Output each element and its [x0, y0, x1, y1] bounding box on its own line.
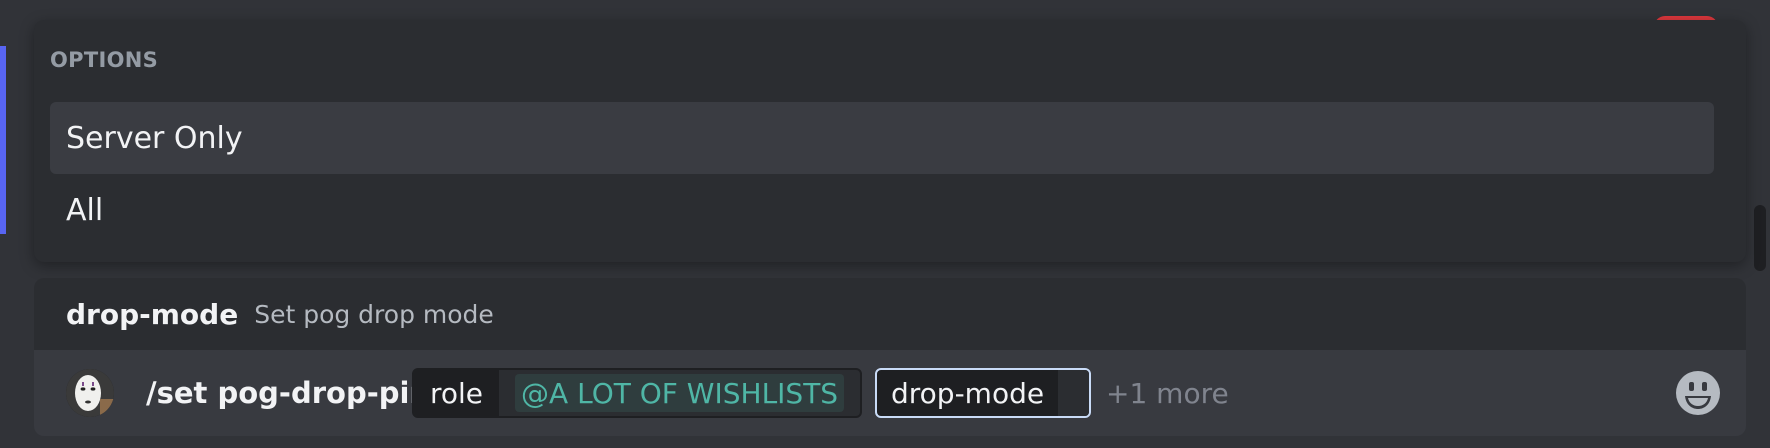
command-hint-description: Set pog drop mode [254, 299, 494, 329]
accent-bar [0, 46, 6, 234]
smiley-emoji-icon[interactable] [1674, 369, 1722, 417]
option-all[interactable]: All [50, 174, 1714, 246]
options-header: OPTIONS [50, 48, 159, 72]
user-avatar [66, 369, 114, 417]
command-text[interactable]: /set pog-drop-ping [146, 350, 451, 436]
scrollbar-thumb[interactable] [1754, 205, 1766, 271]
message-composer: drop-mode Set pog drop mode /set pog-dro… [34, 278, 1746, 436]
options-popup: OPTIONS Server Only All [34, 20, 1746, 262]
option-server-only[interactable]: Server Only [50, 102, 1714, 174]
no-face-avatar-icon [66, 369, 114, 417]
role-mention[interactable]: @A LOT OF WISHLISTS [515, 374, 845, 412]
param-drop-mode-value[interactable] [1058, 370, 1089, 416]
param-role-chip[interactable]: role @A LOT OF WISHLISTS [412, 368, 863, 418]
param-drop-mode-label: drop-mode [891, 376, 1045, 410]
command-hint-name: drop-mode [66, 297, 239, 331]
param-role-label: role [414, 370, 500, 416]
command-input-row[interactable]: /set pog-drop-ping role @A LOT OF WISHLI… [34, 350, 1746, 436]
command-hint-bar: drop-mode Set pog drop mode [34, 278, 1746, 350]
more-params-text[interactable]: +1 more [1106, 350, 1229, 436]
param-drop-mode-chip[interactable]: drop-mode [875, 368, 1091, 418]
